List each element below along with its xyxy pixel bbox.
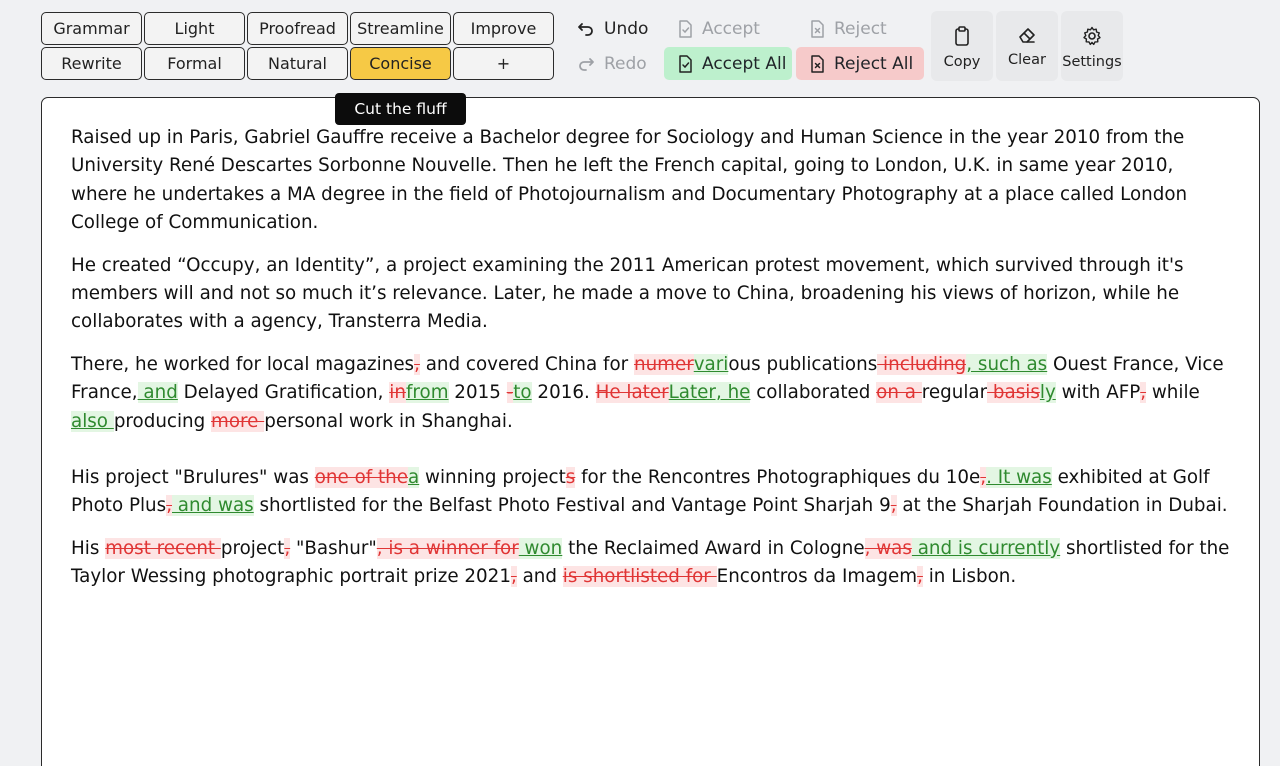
text-run: His [71,538,106,560]
accept-file-icon [679,19,692,38]
deleted-text[interactable]: most recent [105,538,221,560]
deleted-text[interactable]: s [565,466,576,488]
text-run: for the Rencontres Photographiques du 10… [575,466,981,488]
deleted-text[interactable]: numer [633,354,694,376]
mode-proofread-button[interactable]: Proofread [247,12,348,45]
text-run: 2015 [448,382,507,404]
deleted-text[interactable]: on a [876,382,922,404]
text-run: ous publications [728,354,878,376]
text-run: His project "Brulures" was [71,466,315,488]
undo-icon [578,22,593,36]
text-run: Raised up in Paris, Gabriel Gauffre rece… [71,127,1188,233]
text-run: collaborated [750,382,877,404]
reject-all-button[interactable]: Reject All [796,47,924,80]
copy-label: Copy [943,54,981,70]
mode-grammar-button[interactable]: Grammar [41,12,142,45]
text-run: regular [921,382,988,404]
mode-formal-button[interactable]: Formal [144,47,245,80]
deleted-text[interactable]: one of the [314,466,409,488]
deleted-text[interactable]: , is a winner for [376,538,519,560]
mode-improve-button[interactable]: Improve [453,12,554,45]
text-run: the Reclaimed Award in Cologne [562,538,865,560]
redo-icon [579,57,594,71]
accept-all-button[interactable]: Accept All [664,47,792,80]
accept-button[interactable]: Accept [664,12,792,45]
reject-file-icon [811,19,824,38]
text-run: and covered China for [419,354,634,376]
text-run: in Lisbon. [922,566,1017,588]
deleted-text[interactable]: basis [987,382,1040,404]
inserted-text[interactable]: and was [172,495,254,517]
mode-streamline-button[interactable]: Streamline [350,12,451,45]
accept-label: Accept [702,18,760,39]
deleted-text[interactable]: He later [595,382,669,404]
inserted-text[interactable]: from [405,382,449,404]
inserted-text[interactable]: won [518,538,563,560]
text-run: while [1146,382,1200,404]
inserted-text[interactable]: vari [693,354,729,376]
mode-natural-button[interactable]: Natural [247,47,348,80]
deleted-text[interactable]: including [877,354,967,376]
reject-label: Reject [834,18,887,39]
settings-button[interactable]: Settings [1061,11,1123,81]
text-run: shortlisted for the Belfast Photo Festiv… [253,495,891,517]
inserted-text[interactable]: to [513,382,532,404]
paragraph: There, he worked for local magazines, an… [71,351,1231,436]
paragraph: Raised up in Paris, Gabriel Gauffre rece… [71,124,1231,237]
settings-label: Settings [1062,54,1122,70]
text-run: personal work in Shanghai. [264,410,513,432]
mode-tooltip: Cut the fluff [335,93,466,125]
text-run: project [220,538,285,560]
text-run: at the Sharjah Foundation in Dubai. [896,495,1228,517]
clipboard-icon [955,26,969,46]
eraser-icon [1019,28,1035,43]
inserted-text[interactable]: ly [1039,382,1056,404]
redo-button[interactable]: Redo [563,47,663,80]
undo-label: Undo [604,18,649,39]
mode-rewrite-button[interactable]: Rewrite [41,47,142,80]
clear-button[interactable]: Clear [996,11,1058,81]
inserted-text[interactable]: also [71,410,114,432]
text-run: producing [113,410,212,432]
inserted-text[interactable]: a [408,466,420,488]
text-run: winning project [419,466,566,488]
deleted-text[interactable]: , was [864,538,912,560]
deleted-text[interactable]: more [211,410,265,432]
inserted-text[interactable]: . It was [986,466,1052,488]
reject-all-label: Reject All [834,53,914,74]
text-run: and [516,566,563,588]
clear-label: Clear [1008,52,1046,68]
text-run: 2016. [531,382,596,404]
text-run: Encontros da Imagem [716,566,918,588]
text-run: He created “Occupy, an Identity”, a proj… [71,254,1184,333]
text-editor[interactable]: Raised up in Paris, Gabriel Gauffre rece… [41,97,1260,766]
mode-concise-button[interactable]: Concise [350,47,451,80]
paragraph: His project "Brulures" was one of thea w… [71,464,1231,521]
inserted-text[interactable]: and is currently [911,538,1061,560]
add-mode-button[interactable]: + [453,47,554,80]
accept-all-file-icon [679,54,692,73]
mode-light-button[interactable]: Light [144,12,245,45]
text-run: "Bashur" [290,538,377,560]
inserted-text[interactable]: and [137,382,178,404]
text-run: There, he worked for local magazines [71,354,415,376]
paragraph: His most recent project, "Bashur", is a … [71,535,1231,592]
undo-button[interactable]: Undo [563,12,663,45]
redo-label: Redo [604,53,647,74]
accept-all-label: Accept All [702,53,787,74]
gear-icon [1083,26,1101,46]
copy-button[interactable]: Copy [931,11,993,81]
text-run: with AFP [1055,382,1141,404]
deleted-text[interactable]: is shortlisted for [562,566,717,588]
reject-button[interactable]: Reject [796,12,924,45]
paragraph: He created “Occupy, an Identity”, a proj… [71,252,1231,337]
text-run: Delayed Gratification, [177,382,390,404]
deleted-text[interactable]: in [389,382,406,404]
inserted-text[interactable]: Later, he [668,382,751,404]
reject-all-file-icon [811,54,824,73]
inserted-text[interactable]: , such as [966,354,1048,376]
